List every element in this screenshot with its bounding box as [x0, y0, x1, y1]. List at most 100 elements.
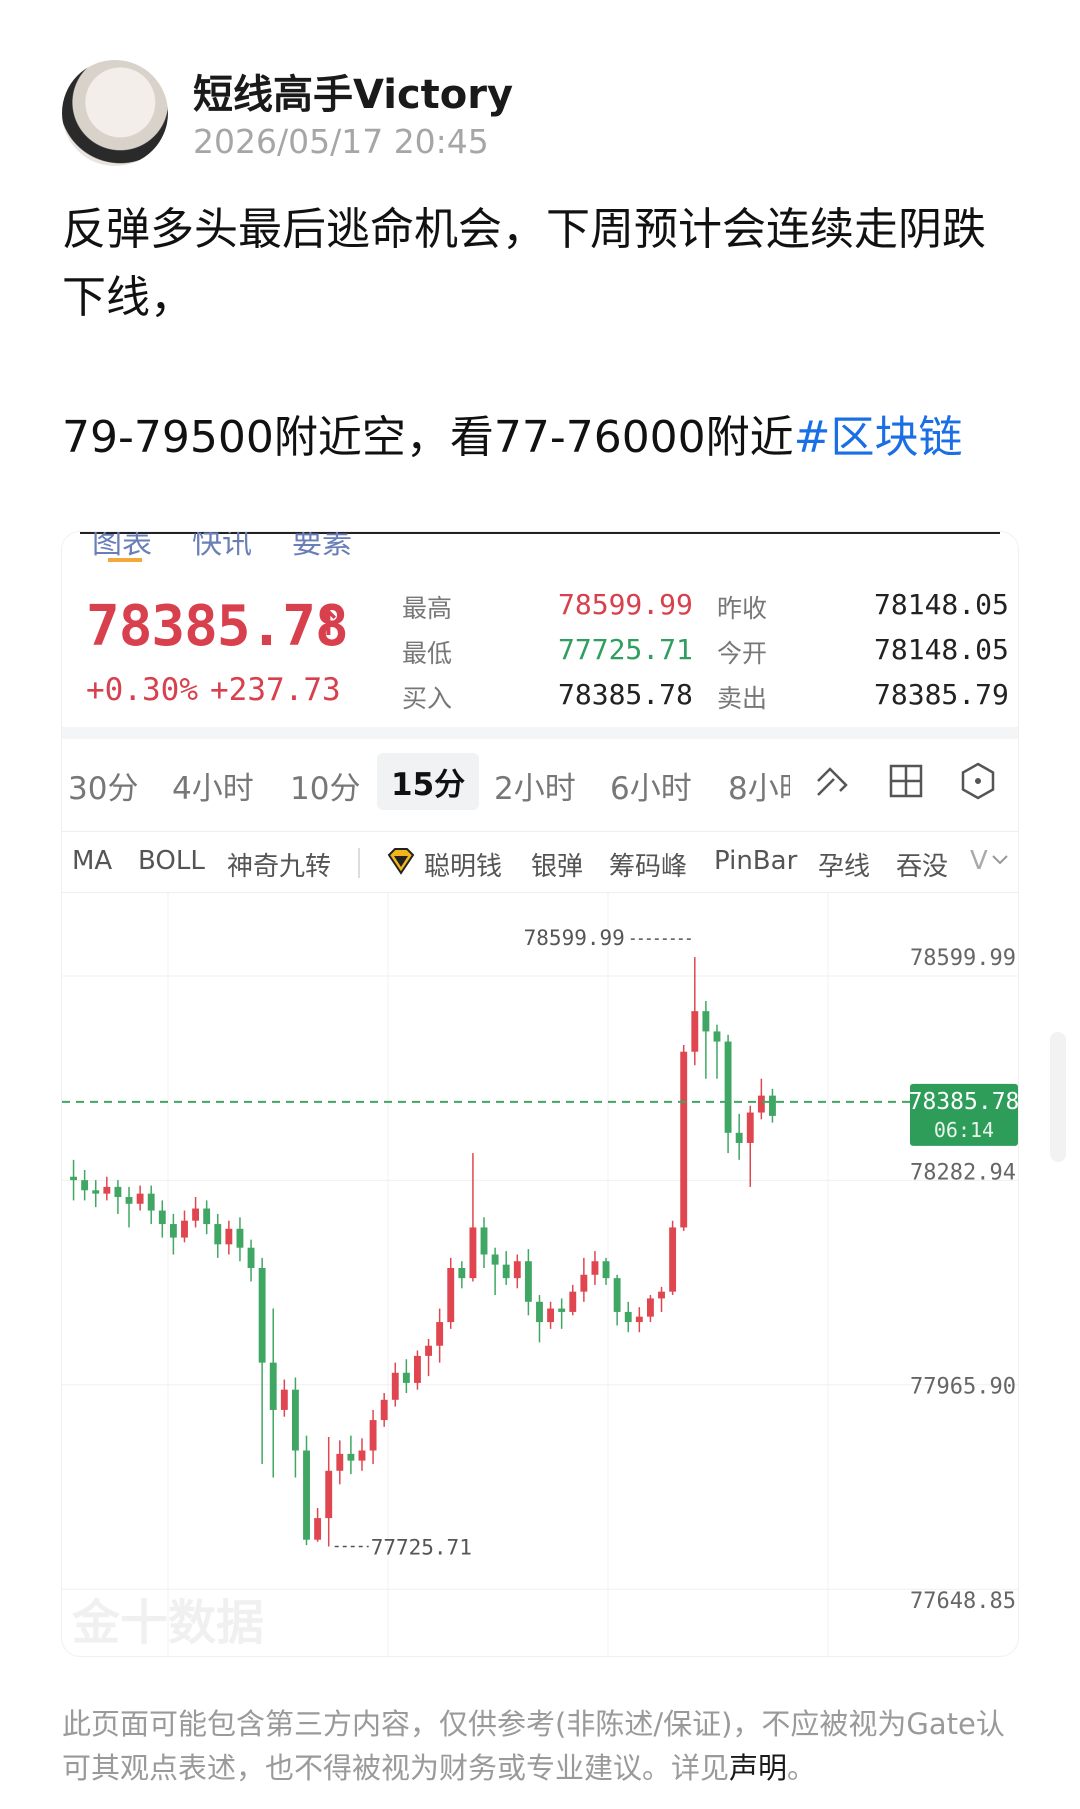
candle-body	[158, 1210, 166, 1225]
candle-body	[280, 1389, 288, 1410]
open-label: 今开	[717, 639, 768, 668]
candle-body	[569, 1291, 577, 1312]
tab-news[interactable]: 快讯	[192, 532, 252, 562]
author-avatar[interactable]	[62, 60, 168, 166]
candle-body	[336, 1453, 344, 1471]
quote-panel: 图表 快讯 要素 78385.78 ↑ +0.30% +237.73 最高 78…	[62, 532, 1018, 727]
candle-body	[536, 1301, 543, 1323]
indicator-more[interactable]: V	[970, 846, 988, 876]
candle-body	[502, 1264, 510, 1279]
indicator-engulfing[interactable]: 吞没	[896, 846, 948, 883]
period-30m[interactable]: 30分	[68, 763, 138, 808]
prev-close-value: 78148.05	[874, 588, 1009, 621]
candle-body	[147, 1193, 155, 1211]
low-value: 77725.71	[558, 633, 693, 666]
buy-value: 78385.78	[558, 678, 693, 711]
indicator-ma[interactable]: MA	[72, 846, 112, 876]
candle-body	[136, 1193, 144, 1204]
candle-body	[258, 1268, 266, 1363]
scrollbar[interactable]	[1050, 1032, 1066, 1162]
sell-value: 78385.79	[874, 678, 1009, 711]
candle-body	[414, 1355, 421, 1383]
post-target-text: 79-79500附近空，看77-76000附近	[62, 412, 794, 463]
candle-body	[447, 1268, 455, 1323]
candle-body	[491, 1254, 499, 1265]
candle-body	[192, 1208, 200, 1221]
tab-factors[interactable]: 要素	[292, 532, 352, 562]
current-price-label: 78385.78	[909, 1089, 1018, 1115]
statement-link[interactable]: 声明	[729, 1751, 787, 1785]
countdown-label: 06:14	[934, 1118, 994, 1142]
candle-body	[169, 1224, 177, 1238]
high-value: 78599.99	[558, 588, 693, 621]
sell-label: 卖出	[717, 684, 768, 713]
indicator-divider	[358, 848, 360, 878]
candle-body	[225, 1228, 233, 1245]
candle-body	[369, 1420, 377, 1451]
period-8h[interactable]: 8小时	[728, 763, 790, 808]
candle-body	[547, 1308, 555, 1323]
candle-body	[658, 1291, 665, 1299]
indicator-pinbar[interactable]: PinBar	[714, 846, 797, 876]
indicator-harami[interactable]: 孕线	[818, 846, 870, 883]
y-axis-label: 77965.90	[910, 1375, 1016, 1400]
candle-body	[735, 1132, 743, 1143]
candle-body	[214, 1224, 222, 1245]
candle-body	[247, 1247, 255, 1268]
candle-body	[358, 1450, 366, 1461]
prev-close-label: 昨收	[717, 594, 768, 623]
candle-body	[347, 1453, 355, 1461]
indicator-chip-peak[interactable]: 筹码峰	[609, 846, 687, 883]
candle-body	[380, 1399, 388, 1421]
candle-body	[635, 1316, 643, 1323]
market-card[interactable]: 图表 快讯 要素 78385.78 ↑ +0.30% +237.73 最高 78…	[62, 532, 1018, 1656]
indicator-bar: MA BOLL 神奇九转 聪明钱 银弹 筹码峰 PinBar 孕线 吞没 V	[62, 832, 1018, 893]
candle-body	[125, 1197, 133, 1204]
candle-body	[646, 1298, 654, 1317]
section-divider	[62, 727, 1018, 739]
candle-body	[613, 1278, 621, 1312]
author-name[interactable]: 短线高手Victory	[193, 62, 513, 120]
candle-body	[469, 1227, 477, 1279]
period-6h[interactable]: 6小时	[610, 763, 692, 808]
candlestick-svg: 78599.99 77965.90 77648.85 78282.94 78385.78…	[62, 893, 1018, 1656]
percent-change: +0.30%	[86, 672, 198, 708]
candle-body	[92, 1190, 100, 1194]
candle-body	[458, 1268, 466, 1279]
candle-body	[724, 1041, 732, 1133]
candle-body	[669, 1227, 677, 1292]
chevron-down-icon[interactable]	[990, 852, 1010, 868]
candle-body	[181, 1220, 188, 1238]
period-4h[interactable]: 4小时	[172, 763, 254, 808]
candle-body	[236, 1228, 244, 1248]
candle-body	[580, 1274, 588, 1292]
candle-body	[114, 1186, 122, 1198]
indicator-smart-money[interactable]: 聪明钱	[424, 846, 502, 883]
indicator-boll[interactable]: BOLL	[138, 846, 205, 876]
min-price-label: 77725.71	[371, 1535, 472, 1559]
low-label: 最低	[402, 639, 453, 668]
hashtag-link[interactable]: #区块链	[794, 412, 963, 463]
indicator-td9[interactable]: 神奇九转	[227, 846, 331, 883]
candle-body	[624, 1311, 632, 1323]
candle-body	[757, 1095, 765, 1113]
up-arrow-icon: ↑	[314, 604, 343, 644]
candle-body	[291, 1389, 299, 1451]
period-15m[interactable]: 15分	[377, 753, 480, 810]
buy-label: 买入	[402, 684, 453, 713]
indicator-silver-bullet[interactable]: 银弹	[531, 846, 583, 883]
watermark: 金十数据	[72, 1595, 265, 1651]
layout-grid-icon[interactable]	[886, 761, 926, 801]
last-price: 78385.78	[86, 594, 349, 659]
price-chart[interactable]: 78599.99 77965.90 77648.85 78282.94 78385.78…	[62, 893, 1018, 1656]
settings-hexagon-icon[interactable]	[958, 761, 998, 801]
candle-body	[602, 1261, 610, 1279]
period-2h[interactable]: 2小时	[494, 763, 576, 808]
period-10m[interactable]: 10分	[290, 763, 360, 808]
candle-body	[558, 1308, 566, 1312]
candle-body	[746, 1112, 754, 1143]
candle-body	[70, 1176, 77, 1181]
candle-body	[591, 1261, 599, 1275]
candle-body	[691, 1011, 699, 1052]
drawing-tool-icon[interactable]	[812, 761, 852, 801]
